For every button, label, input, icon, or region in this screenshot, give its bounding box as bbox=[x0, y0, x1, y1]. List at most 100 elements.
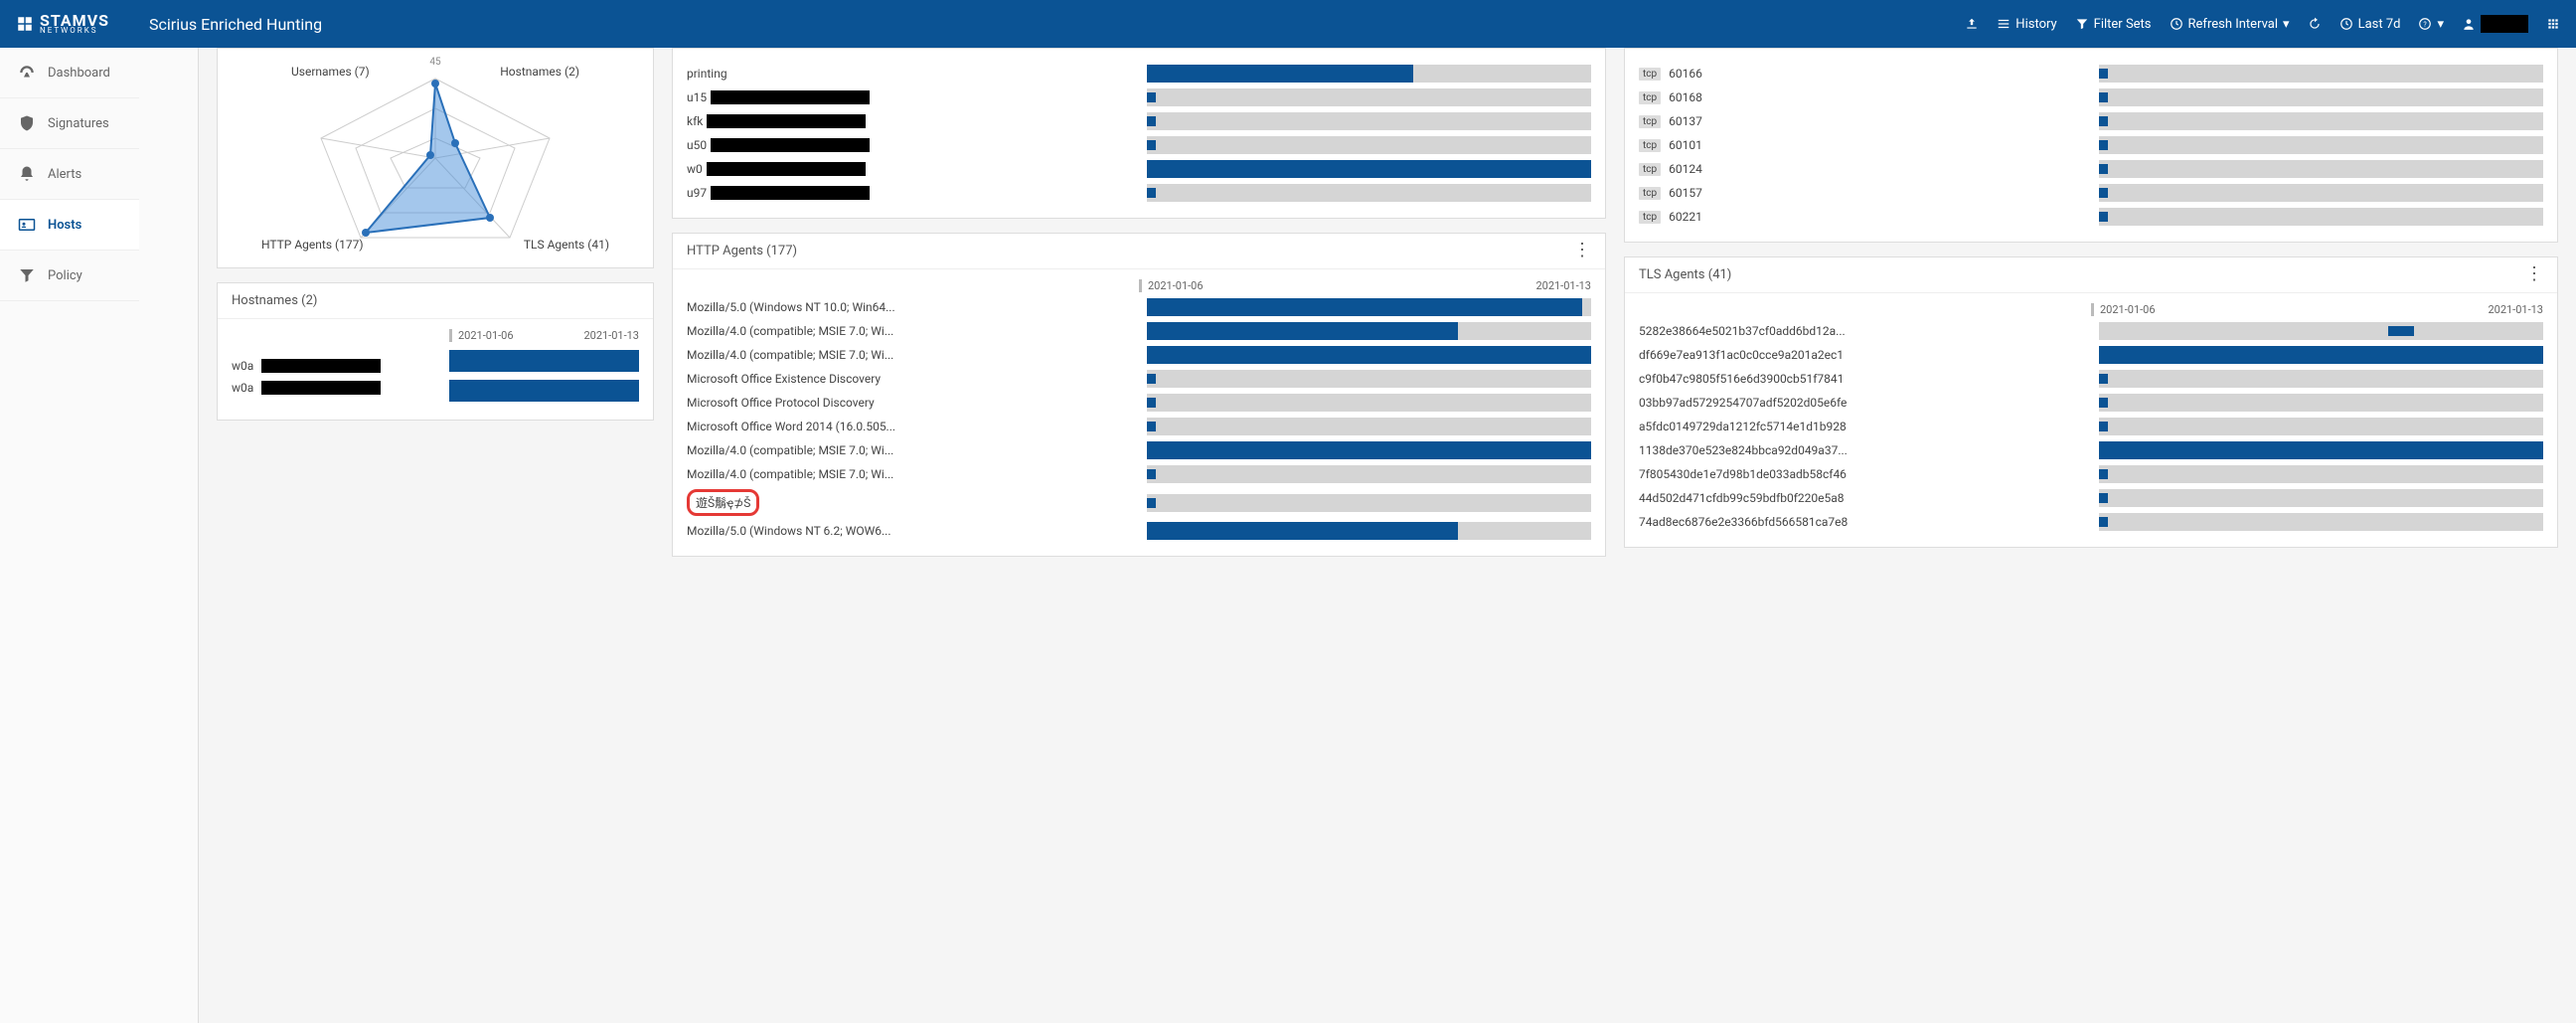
refresh-interval-dropdown[interactable]: Refresh Interval ▾ bbox=[2170, 17, 2290, 32]
row-label: Mozilla/5.0 (Windows NT 10.0; Win64... bbox=[687, 300, 1139, 314]
hostname-row[interactable]: w0a bbox=[232, 381, 435, 395]
app-title: Scirius Enriched Hunting bbox=[149, 15, 322, 34]
list-row[interactable]: 44d502d471cfdb99c59bdfb0f220e5a8 bbox=[1639, 489, 2543, 507]
bar-fill bbox=[1147, 398, 1156, 408]
list-row[interactable]: Mozilla/5.0 (Windows NT 6.2; WOW6... bbox=[687, 522, 1591, 540]
bar-fill bbox=[1147, 346, 1591, 364]
panel-menu-button[interactable]: ⋮ bbox=[2525, 269, 2543, 280]
radar-axis-usernames: Usernames (7) bbox=[291, 65, 370, 79]
hostname-row[interactable]: w0a bbox=[232, 359, 435, 373]
apps-button[interactable] bbox=[2546, 17, 2560, 31]
list-row[interactable]: 7f805430de1e7d98b1de033adb58cf46 bbox=[1639, 465, 2543, 483]
upload-button[interactable] bbox=[1965, 17, 1979, 31]
row-label: 5282e38664e5021b37cf0add6bd12a... bbox=[1639, 324, 2091, 338]
bar-fill bbox=[2099, 212, 2108, 222]
shield-icon bbox=[18, 114, 36, 132]
list-row[interactable]: df669e7ea913f1ac0c0cce9a201a2ec1 bbox=[1639, 346, 2543, 364]
user-menu[interactable] bbox=[2462, 15, 2528, 33]
bar bbox=[449, 380, 639, 402]
bar-track bbox=[2099, 65, 2543, 83]
list-row[interactable]: Mozilla/4.0 (compatible; MSIE 7.0; Wi... bbox=[687, 322, 1591, 340]
panel-title: TLS Agents (41) bbox=[1639, 267, 1731, 282]
bar-track bbox=[1147, 322, 1591, 340]
row-label: c9f0b47c9805f516e6d3900cb51f7841 bbox=[1639, 372, 2091, 386]
radar-chart[interactable]: 45 Usernames (7) Hostnames (2) TLS Agent… bbox=[232, 59, 639, 257]
proto-badge: tcp bbox=[1639, 139, 1661, 152]
bar-fill bbox=[2099, 188, 2108, 198]
list-row[interactable]: tcp60221 bbox=[1639, 208, 2543, 226]
list-row[interactable]: w0 bbox=[687, 160, 1591, 178]
row-label: tcp60124 bbox=[1639, 162, 2091, 176]
list-row[interactable]: 5282e38664e5021b37cf0add6bd12a... bbox=[1639, 322, 2543, 340]
highlighted-agent: 遊Š鬅ҿ⊅Š bbox=[687, 489, 759, 516]
list-row[interactable]: tcp60101 bbox=[1639, 136, 2543, 154]
bar-fill bbox=[2099, 422, 2108, 431]
row-label: Mozilla/4.0 (compatible; MSIE 7.0; Wi... bbox=[687, 324, 1139, 338]
chevron-down-icon: ▾ bbox=[2283, 17, 2290, 32]
radar-panel: 45 Usernames (7) Hostnames (2) TLS Agent… bbox=[217, 48, 654, 268]
panel-menu-button[interactable]: ⋮ bbox=[1573, 246, 1591, 256]
bar-track bbox=[2099, 513, 2543, 531]
sidebar-item-hosts[interactable]: Hosts bbox=[0, 200, 139, 251]
bell-icon bbox=[18, 165, 36, 183]
redacted bbox=[707, 114, 866, 128]
list-row[interactable]: u50 bbox=[687, 136, 1591, 154]
hostnames-panel: Hostnames (2) w0a w0a 2021-01-06 2021-01… bbox=[217, 282, 654, 421]
help-button[interactable]: ? ▾ bbox=[2418, 17, 2444, 32]
list-row[interactable]: tcp60137 bbox=[1639, 112, 2543, 130]
list-row[interactable]: Mozilla/4.0 (compatible; MSIE 7.0; Wi... bbox=[687, 346, 1591, 364]
list-row[interactable]: Mozilla/5.0 (Windows NT 10.0; Win64... bbox=[687, 298, 1591, 316]
sidebar-item-dashboard[interactable]: Dashboard bbox=[0, 48, 139, 98]
time-range-button[interactable]: Last 7d bbox=[2339, 17, 2401, 32]
panel-title: Hostnames (2) bbox=[232, 293, 317, 308]
sidebar-item-signatures[interactable]: Signatures bbox=[0, 98, 139, 149]
list-row[interactable]: tcp60168 bbox=[1639, 88, 2543, 106]
bar-track bbox=[1147, 298, 1591, 316]
list-row[interactable]: 1138de370e523e824bbca92d049a37... bbox=[1639, 441, 2543, 459]
list-row[interactable]: kfk bbox=[687, 112, 1591, 130]
help-icon: ? bbox=[2418, 17, 2432, 31]
list-row[interactable]: 遊Š鬅ҿ⊅Š bbox=[687, 489, 1591, 516]
bar-fill bbox=[2099, 92, 2108, 102]
list-icon bbox=[1997, 17, 2011, 31]
sidebar-item-alerts[interactable]: Alerts bbox=[0, 149, 139, 200]
bar-track bbox=[1147, 465, 1591, 483]
filter-icon bbox=[2075, 17, 2089, 31]
list-row[interactable]: a5fdc0149729da1212fc5714e1d1b928 bbox=[1639, 418, 2543, 435]
filter-sets-button[interactable]: Filter Sets bbox=[2075, 17, 2152, 32]
list-row[interactable]: Mozilla/4.0 (compatible; MSIE 7.0; Wi... bbox=[687, 441, 1591, 459]
list-row[interactable]: 03bb97ad5729254707adf5202d05e6fe bbox=[1639, 394, 2543, 412]
refresh-button[interactable] bbox=[2308, 17, 2322, 31]
list-row[interactable]: tcp60166 bbox=[1639, 65, 2543, 83]
history-button[interactable]: History bbox=[1997, 17, 2056, 32]
list-row[interactable]: Microsoft Office Protocol Discovery bbox=[687, 394, 1591, 412]
list-row[interactable]: 74ad8ec6876e2e3366bfd566581ca7e8 bbox=[1639, 513, 2543, 531]
bar-track bbox=[2099, 184, 2543, 202]
radar-axis-http: HTTP Agents (177) bbox=[261, 238, 364, 252]
list-row[interactable]: Mozilla/4.0 (compatible; MSIE 7.0; Wi... bbox=[687, 465, 1591, 483]
list-row[interactable]: Microsoft Office Word 2014 (16.0.505... bbox=[687, 418, 1591, 435]
logo[interactable]: STAMVS NETWORKS bbox=[16, 13, 109, 35]
upload-icon bbox=[1965, 17, 1979, 31]
chevron-down-icon: ▾ bbox=[2437, 17, 2444, 32]
radar-axis-hostnames: Hostnames (2) bbox=[500, 65, 579, 79]
redacted bbox=[261, 381, 381, 395]
row-label: tcp60101 bbox=[1639, 138, 2091, 152]
sidebar-item-policy[interactable]: Policy bbox=[0, 251, 139, 301]
sidebar-item-label: Dashboard bbox=[48, 66, 110, 81]
bar-track bbox=[2099, 346, 2543, 364]
list-row[interactable]: tcp60124 bbox=[1639, 160, 2543, 178]
list-row[interactable]: u15 bbox=[687, 88, 1591, 106]
bar bbox=[449, 350, 639, 372]
refresh-icon bbox=[2308, 17, 2322, 31]
list-row[interactable]: printing bbox=[687, 65, 1591, 83]
redacted bbox=[707, 162, 866, 176]
row-label: 03bb97ad5729254707adf5202d05e6fe bbox=[1639, 396, 2091, 410]
list-row[interactable]: tcp60157 bbox=[1639, 184, 2543, 202]
list-row[interactable]: Microsoft Office Existence Discovery bbox=[687, 370, 1591, 388]
bar-track bbox=[2099, 489, 2543, 507]
list-row[interactable]: u97 bbox=[687, 184, 1591, 202]
list-row[interactable]: c9f0b47c9805f516e6d3900cb51f7841 bbox=[1639, 370, 2543, 388]
clock-icon bbox=[2339, 17, 2353, 31]
proto-badge: tcp bbox=[1639, 115, 1661, 128]
